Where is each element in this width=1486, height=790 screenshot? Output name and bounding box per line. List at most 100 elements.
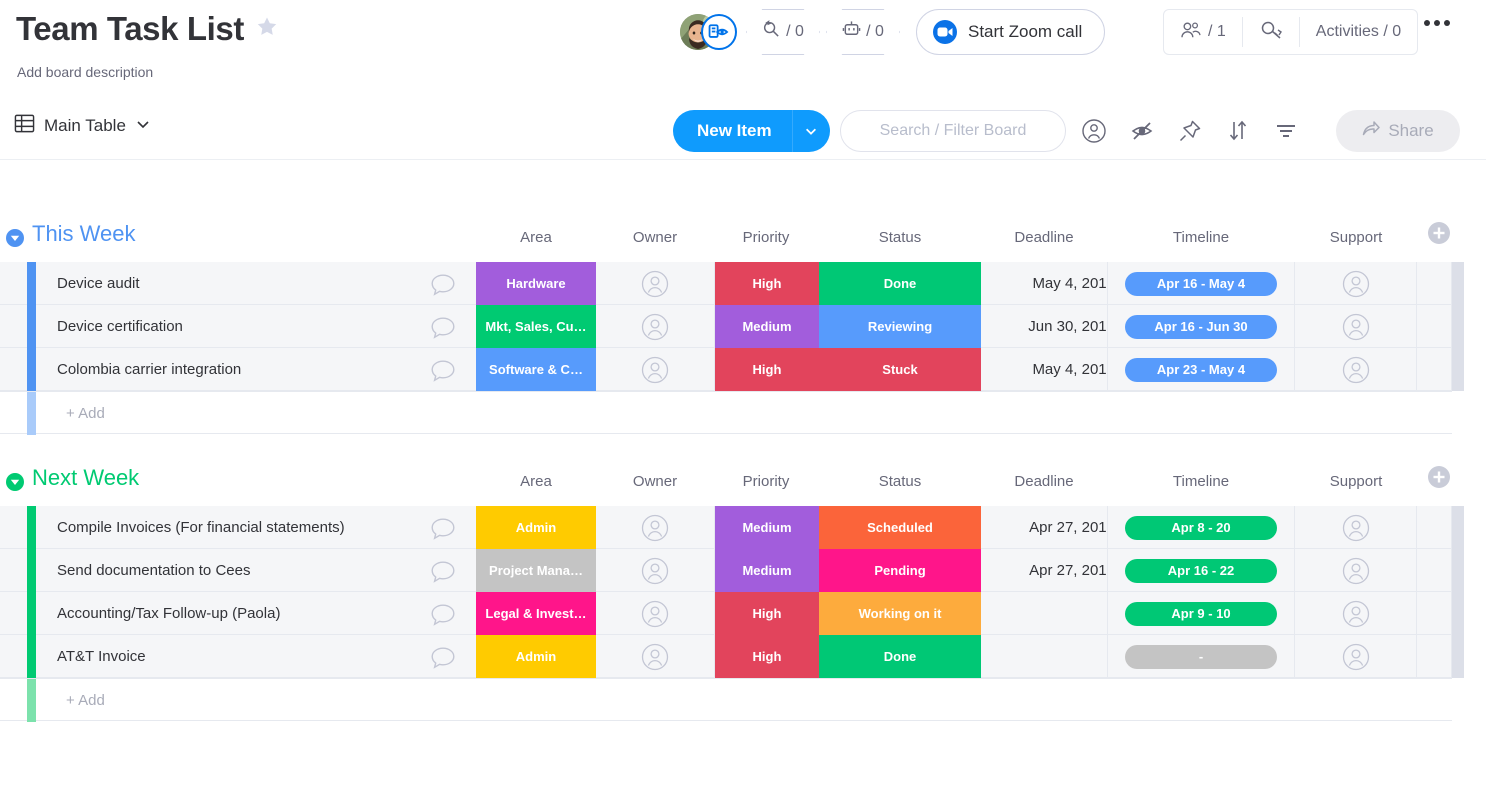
board-view-eye-icon[interactable]: [701, 14, 737, 50]
cell-support[interactable]: [1295, 635, 1417, 678]
cell-owner[interactable]: [596, 262, 715, 305]
search-input[interactable]: [841, 121, 1065, 141]
row-title[interactable]: Send documentation to Cees: [57, 549, 250, 592]
add-row[interactable]: + Add: [0, 678, 1452, 722]
ellipsis-icon[interactable]: [1424, 20, 1450, 26]
column-header-priority[interactable]: Priority: [706, 473, 826, 490]
cell-timeline[interactable]: Apr 16 - 22: [1108, 549, 1295, 592]
cell-timeline[interactable]: -: [1108, 635, 1295, 678]
horizontal-scrollbar-strip[interactable]: [1452, 592, 1464, 635]
start-zoom-call-button[interactable]: Start Zoom call: [916, 9, 1106, 55]
cell-area[interactable]: Admin: [476, 506, 596, 549]
column-header-status[interactable]: Status: [840, 229, 960, 246]
column-header-timeline[interactable]: Timeline: [1141, 473, 1261, 490]
cell-deadline[interactable]: May 4, 2018: [981, 262, 1108, 305]
column-header-support[interactable]: Support: [1296, 229, 1416, 246]
person-filter-icon[interactable]: [1080, 117, 1108, 145]
row-title[interactable]: Colombia carrier integration: [57, 348, 241, 391]
cell-status[interactable]: Done: [819, 635, 981, 678]
sort-icon[interactable]: [1224, 117, 1252, 145]
comment-icon[interactable]: [430, 646, 456, 675]
cell-area[interactable]: Hardware: [476, 262, 596, 305]
activities-button[interactable]: Activities / 0: [1300, 9, 1417, 55]
horizontal-scrollbar-strip[interactable]: [1452, 262, 1464, 305]
column-header-timeline[interactable]: Timeline: [1141, 229, 1261, 246]
cell-support[interactable]: [1295, 592, 1417, 635]
cell-area[interactable]: Mkt, Sales, Cu…: [476, 305, 596, 348]
column-header-deadline[interactable]: Deadline: [984, 229, 1104, 246]
cell-support[interactable]: [1295, 348, 1417, 391]
cell-priority[interactable]: High: [715, 348, 819, 391]
cell-timeline[interactable]: Apr 16 - Jun 30: [1108, 305, 1295, 348]
cell-area[interactable]: Software & C…: [476, 348, 596, 391]
add-row[interactable]: + Add: [0, 391, 1452, 435]
cell-support[interactable]: [1295, 549, 1417, 592]
cell-priority[interactable]: High: [715, 262, 819, 305]
add-column-button[interactable]: [1428, 222, 1450, 244]
board-subscribers-button[interactable]: / 1: [1164, 9, 1242, 55]
cell-timeline[interactable]: Apr 23 - May 4: [1108, 348, 1295, 391]
add-row-label[interactable]: + Add: [66, 392, 105, 435]
column-header-area[interactable]: Area: [476, 229, 596, 246]
horizontal-scrollbar-strip[interactable]: [1452, 635, 1464, 678]
row-title[interactable]: Compile Invoices (For financial statemen…: [57, 506, 345, 549]
cell-status[interactable]: Stuck: [819, 348, 981, 391]
table-row[interactable]: Compile Invoices (For financial statemen…: [0, 506, 1464, 549]
table-row[interactable]: AT&T Invoice Admin High Done -: [0, 635, 1464, 678]
cell-area[interactable]: Admin: [476, 635, 596, 678]
cell-owner[interactable]: [596, 305, 715, 348]
cell-priority[interactable]: High: [715, 592, 819, 635]
comment-icon[interactable]: [430, 316, 456, 345]
cell-deadline[interactable]: Jun 30, 2018: [981, 305, 1108, 348]
column-header-area[interactable]: Area: [476, 473, 596, 490]
filter-icon[interactable]: [1272, 117, 1300, 145]
cell-deadline[interactable]: Apr 27, 2018: [981, 506, 1108, 549]
cell-deadline[interactable]: May 4, 2018: [981, 348, 1108, 391]
board-description[interactable]: Add board description: [17, 64, 153, 80]
new-item-button[interactable]: New Item: [673, 110, 830, 152]
cell-timeline[interactable]: Apr 8 - 20: [1108, 506, 1295, 549]
add-column-button[interactable]: [1428, 466, 1450, 488]
cell-priority[interactable]: Medium: [715, 549, 819, 592]
hide-eye-icon[interactable]: [1128, 117, 1156, 145]
cell-owner[interactable]: [596, 506, 715, 549]
cell-area[interactable]: Legal & Invest…: [476, 592, 596, 635]
column-header-status[interactable]: Status: [840, 473, 960, 490]
cell-status[interactable]: Pending: [819, 549, 981, 592]
table-row[interactable]: Device certification Mkt, Sales, Cu… Mediu…: [0, 305, 1464, 348]
horizontal-scrollbar-strip[interactable]: [1452, 305, 1464, 348]
search-box[interactable]: [840, 110, 1066, 152]
cell-support[interactable]: [1295, 262, 1417, 305]
comment-icon[interactable]: [430, 560, 456, 589]
cell-status[interactable]: Scheduled: [819, 506, 981, 549]
board-permissions-button[interactable]: [1243, 9, 1299, 55]
cell-deadline[interactable]: [981, 592, 1108, 635]
cell-priority[interactable]: High: [715, 635, 819, 678]
automations-counter-button[interactable]: / 0: [746, 9, 820, 55]
avatar-group[interactable]: [680, 12, 740, 52]
cell-priority[interactable]: Medium: [715, 506, 819, 549]
horizontal-scrollbar-strip[interactable]: [1452, 506, 1464, 549]
comment-icon[interactable]: [430, 359, 456, 388]
add-row-label[interactable]: + Add: [66, 679, 105, 722]
cell-owner[interactable]: [596, 549, 715, 592]
table-row[interactable]: Accounting/Tax Follow-up (Paola) Legal & …: [0, 592, 1464, 635]
cell-owner[interactable]: [596, 592, 715, 635]
table-row[interactable]: Device audit Hardware High Done May 4, 2018 A…: [0, 262, 1464, 305]
horizontal-scrollbar-strip[interactable]: [1452, 348, 1464, 391]
row-title[interactable]: AT&T Invoice: [57, 635, 146, 678]
comment-icon[interactable]: [430, 517, 456, 546]
table-row[interactable]: Colombia carrier integration Software & C…: [0, 348, 1464, 391]
column-header-deadline[interactable]: Deadline: [984, 473, 1104, 490]
cell-owner[interactable]: [596, 348, 715, 391]
cell-timeline[interactable]: Apr 16 - May 4: [1108, 262, 1295, 305]
cell-status[interactable]: Working on it: [819, 592, 981, 635]
table-row[interactable]: Send documentation to Cees Project Mana… M…: [0, 549, 1464, 592]
row-title[interactable]: Device audit: [57, 262, 140, 305]
cell-owner[interactable]: [596, 635, 715, 678]
comment-icon[interactable]: [430, 603, 456, 632]
column-header-support[interactable]: Support: [1296, 473, 1416, 490]
cell-area[interactable]: Project Mana…: [476, 549, 596, 592]
column-header-owner[interactable]: Owner: [595, 229, 715, 246]
cell-priority[interactable]: Medium: [715, 305, 819, 348]
